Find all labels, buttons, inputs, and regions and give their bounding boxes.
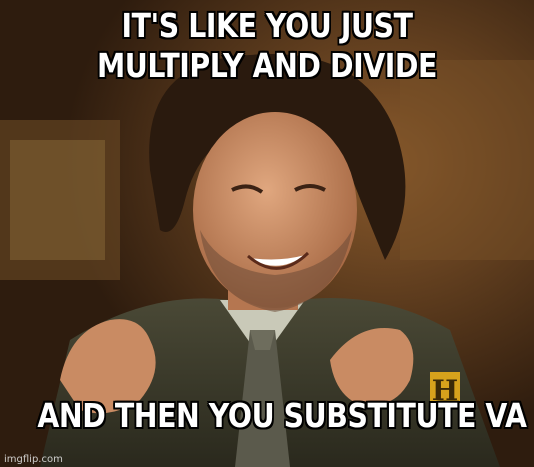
watermark: imgflip.com — [4, 454, 63, 465]
top-caption-line-2: MULTIPLY AND DIVIDE — [96, 46, 438, 85]
meme-image: H IT'S LIKE YOU JUST MULTIPLY AND DIVIDE… — [0, 0, 534, 467]
top-caption: IT'S LIKE YOU JUST MULTIPLY AND DIVIDE — [37, 6, 496, 86]
bottom-caption: AND THEN YOU SUBSTITUTE VA — [37, 396, 527, 435]
top-caption-line-1: IT'S LIKE YOU JUST — [121, 6, 413, 45]
